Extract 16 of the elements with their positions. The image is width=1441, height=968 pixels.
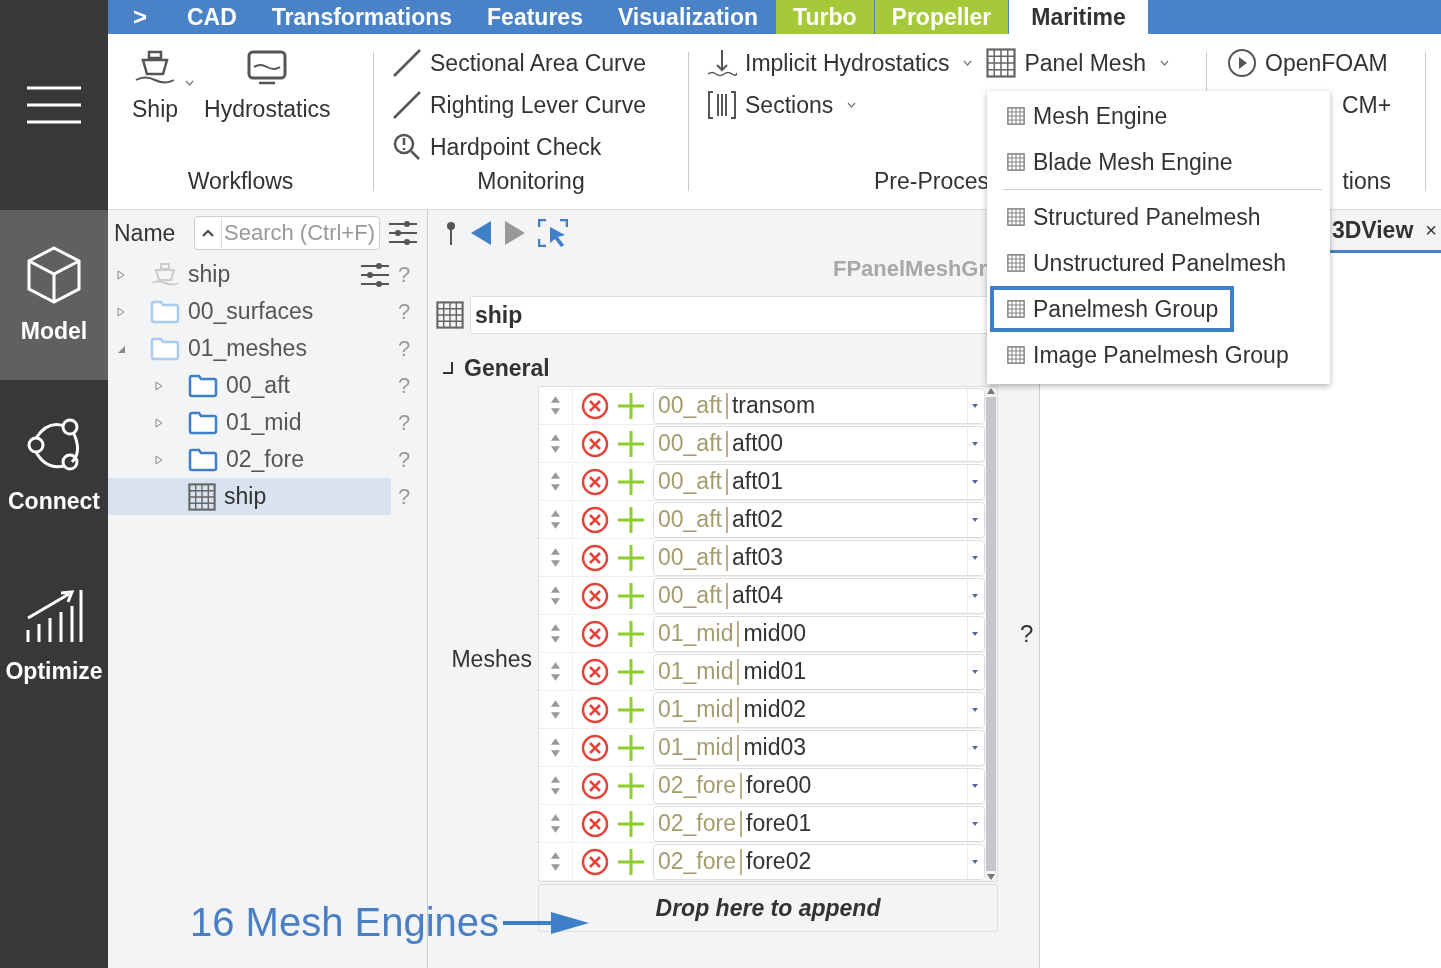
tree-item-label: 00_surfaces <box>188 298 314 325</box>
tree-item-label: ship <box>188 261 231 288</box>
ribbon-group-label: Monitoring <box>476 168 586 195</box>
section-header: General <box>464 354 550 382</box>
tree-item-label: 00_aft <box>226 372 290 399</box>
tree-item-label: 01_mid <box>226 409 302 436</box>
ribbon-group-label: Workflows <box>186 168 295 195</box>
object-type-title: FPanelMeshGr <box>832 256 987 283</box>
tree-item-label: 02_fore <box>226 446 304 473</box>
field-label: Meshes <box>450 645 533 673</box>
annotation-text: 16 Mesh Engines <box>190 900 500 945</box>
ribbon-group-label: Pre-Proces <box>872 168 990 195</box>
column-header: Name <box>114 219 177 247</box>
tree-item-label: ship <box>224 483 267 510</box>
tree-item-label: 01_meshes <box>188 335 307 362</box>
ribbon-group-label: tions <box>1341 168 1392 195</box>
